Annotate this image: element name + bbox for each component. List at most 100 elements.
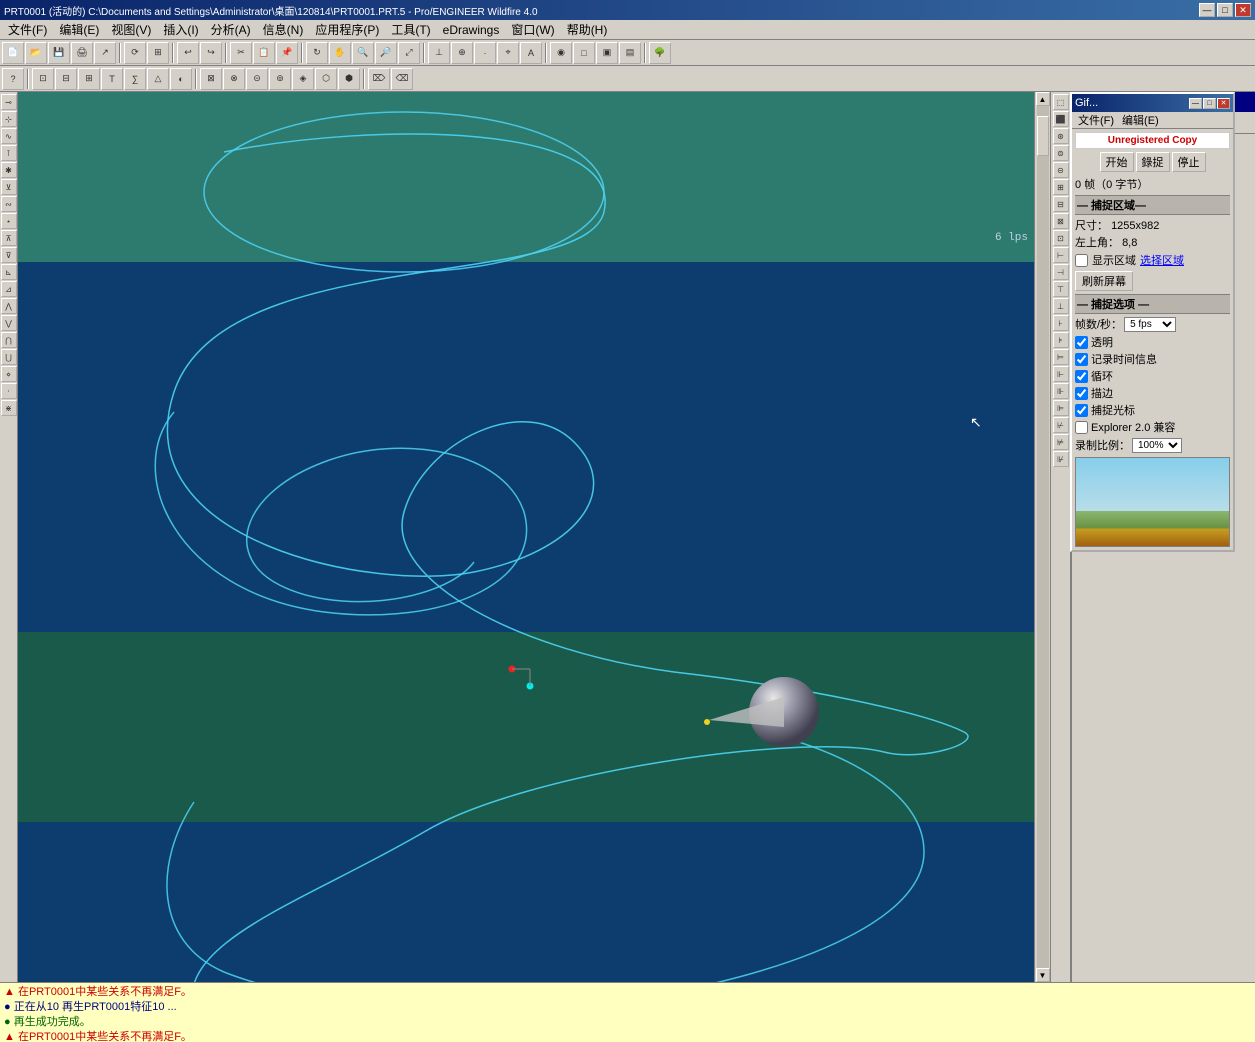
left-tool-9[interactable]: ⊼ [1, 230, 17, 246]
menu-edrawings[interactable]: eDrawings [437, 21, 506, 39]
left-tool-12[interactable]: ⊿ [1, 281, 17, 297]
scroll-up-btn[interactable]: ▲ [1036, 92, 1050, 106]
menu-help[interactable]: 帮助(H) [561, 19, 614, 40]
left-tool-3[interactable]: ∿ [1, 128, 17, 144]
tb-point[interactable]: · [474, 42, 496, 64]
rt-tool-22[interactable]: ⊮ [1053, 451, 1069, 467]
antialias-checkbox[interactable] [1075, 387, 1088, 400]
tb2-a1[interactable]: ⊡ [32, 68, 54, 90]
tb-axes[interactable]: ⊕ [451, 42, 473, 64]
loop-checkbox[interactable] [1075, 370, 1088, 383]
gif-menu-edit[interactable]: 编辑(E) [1118, 111, 1163, 129]
menu-edit[interactable]: 编辑(E) [53, 19, 105, 40]
tb-anno[interactable]: A [520, 42, 542, 64]
tb-pan[interactable]: ✋ [329, 42, 351, 64]
tb2-a5[interactable]: ∑ [124, 68, 146, 90]
gif-menu-file[interactable]: 文件(F) [1074, 111, 1118, 129]
capture-cursor-checkbox[interactable] [1075, 404, 1088, 417]
transparent-checkbox[interactable] [1075, 336, 1088, 349]
tb-model-tree[interactable]: 🌳 [649, 42, 671, 64]
rt-tool-8[interactable]: ⊠ [1053, 213, 1069, 229]
gif-pause-btn[interactable]: 錄捉 [1136, 152, 1170, 172]
tb-save[interactable]: 💾 [48, 42, 70, 64]
tb-print[interactable]: 🖨 [71, 42, 93, 64]
menu-insert[interactable]: 插入(I) [157, 19, 204, 40]
left-tool-11[interactable]: ⊾ [1, 264, 17, 280]
tb2-b4[interactable]: ⊚ [269, 68, 291, 90]
record-time-checkbox[interactable] [1075, 353, 1088, 366]
rt-tool-5[interactable]: ⊝ [1053, 162, 1069, 178]
tb-shade[interactable]: ◉ [550, 42, 572, 64]
explorer-checkbox[interactable] [1075, 421, 1088, 434]
rt-tool-7[interactable]: ⊟ [1053, 196, 1069, 212]
scroll-down-btn[interactable]: ▼ [1036, 968, 1050, 982]
tb2-b7[interactable]: ⬢ [338, 68, 360, 90]
close-button[interactable]: ✕ [1235, 3, 1251, 17]
left-tool-19[interactable]: ⋇ [1, 400, 17, 416]
left-tool-14[interactable]: ⋁ [1, 315, 17, 331]
tb2-a3[interactable]: ⊞ [78, 68, 100, 90]
gif-maximize-btn[interactable]: □ [1203, 98, 1216, 109]
tb-datum[interactable]: ⊥ [428, 42, 450, 64]
scale-select[interactable]: 100% 75% 50% [1132, 438, 1182, 453]
rt-tool-4[interactable]: ⊜ [1053, 145, 1069, 161]
gif-minimize-btn[interactable]: — [1189, 98, 1202, 109]
left-tool-5[interactable]: ✱ [1, 162, 17, 178]
menu-view[interactable]: 视图(V) [105, 19, 157, 40]
rt-tool-19[interactable]: ⊫ [1053, 400, 1069, 416]
menu-file[interactable]: 文件(F) [2, 19, 53, 40]
tb2-b5[interactable]: ◈ [292, 68, 314, 90]
left-tool-18[interactable]: ⋅ [1, 383, 17, 399]
menu-analysis[interactable]: 分析(A) [205, 19, 257, 40]
left-tool-6[interactable]: ⊻ [1, 179, 17, 195]
menu-app[interactable]: 应用程序(P) [309, 19, 385, 40]
select-area-link[interactable]: 选择区域 [1140, 252, 1184, 268]
rt-tool-18[interactable]: ⊪ [1053, 383, 1069, 399]
vscrollbar[interactable]: ▲ ▼ [1034, 92, 1050, 982]
rt-tool-20[interactable]: ⊬ [1053, 417, 1069, 433]
tb-zoom-out[interactable]: 🔎 [375, 42, 397, 64]
minimize-button[interactable]: — [1199, 3, 1215, 17]
tb-hidden[interactable]: ▣ [596, 42, 618, 64]
rt-tool-10[interactable]: ⊢ [1053, 247, 1069, 263]
tb-zoom-in[interactable]: 🔍 [352, 42, 374, 64]
scroll-track[interactable] [1037, 106, 1049, 968]
menu-tools[interactable]: 工具(T) [385, 19, 436, 40]
tb2-b2[interactable]: ⊗ [223, 68, 245, 90]
left-tool-13[interactable]: ⋀ [1, 298, 17, 314]
refresh-screen-btn[interactable]: 刷新屏幕 [1075, 271, 1133, 291]
tb-undo[interactable]: ↩ [177, 42, 199, 64]
rt-tool-6[interactable]: ⊞ [1053, 179, 1069, 195]
tb-export[interactable]: ↗ [94, 42, 116, 64]
scroll-thumb[interactable] [1037, 116, 1049, 156]
tb-copy[interactable]: 📋 [253, 42, 275, 64]
left-tool-8[interactable]: ⋆ [1, 213, 17, 229]
rt-tool-14[interactable]: ⊦ [1053, 315, 1069, 331]
tb2-a6[interactable]: △ [147, 68, 169, 90]
gif-start-btn[interactable]: 开始 [1100, 152, 1134, 172]
rt-tool-12[interactable]: ⊤ [1053, 281, 1069, 297]
tb-repaint[interactable]: ⟳ [124, 42, 146, 64]
maximize-button[interactable]: □ [1217, 3, 1233, 17]
left-tool-4[interactable]: ⊺ [1, 145, 17, 161]
tb-redo[interactable]: ↪ [200, 42, 222, 64]
menu-window[interactable]: 窗口(W) [505, 19, 560, 40]
rt-tool-3[interactable]: ⊛ [1053, 128, 1069, 144]
tb2-b3[interactable]: ⊝ [246, 68, 268, 90]
tb2-help[interactable]: ? [2, 68, 24, 90]
gif-stop-btn[interactable]: 停止 [1172, 152, 1206, 172]
rt-tool-11[interactable]: ⊣ [1053, 264, 1069, 280]
left-tool-10[interactable]: ⊽ [1, 247, 17, 263]
fps-select[interactable]: 5 fps 10 fps 15 fps [1124, 317, 1176, 332]
tb-new[interactable]: 📄 [2, 42, 24, 64]
rt-tool-13[interactable]: ⊥ [1053, 298, 1069, 314]
left-tool-16[interactable]: ⋃ [1, 349, 17, 365]
tb-no-hidden[interactable]: ▤ [619, 42, 641, 64]
tb-wireframe[interactable]: □ [573, 42, 595, 64]
rt-tool-1[interactable]: ⬚ [1053, 94, 1069, 110]
rt-tool-21[interactable]: ⊭ [1053, 434, 1069, 450]
tb-orient[interactable]: ⊞ [147, 42, 169, 64]
rt-tool-17[interactable]: ⊩ [1053, 366, 1069, 382]
tb2-a7[interactable]: ◐ [170, 68, 192, 90]
tb2-a2[interactable]: ⊟ [55, 68, 77, 90]
